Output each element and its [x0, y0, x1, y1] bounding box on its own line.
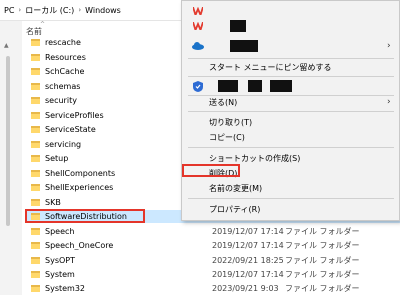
file-name: SchCache: [45, 67, 85, 76]
file-type: ファイル フォルダー: [285, 241, 360, 250]
folder-icon: [31, 68, 40, 75]
list-item[interactable]: Speech 2019/12/07 17:14 ファイル フォルダー: [26, 225, 400, 238]
file-name: Speech_OneCore: [45, 241, 114, 250]
file-name: ServiceProfiles: [45, 111, 104, 120]
menu-label: プロパティ(R): [209, 204, 261, 214]
file-name: ShellComponents: [45, 169, 116, 178]
menu-label: 切り取り(T): [209, 117, 253, 127]
file-name: schemas: [45, 82, 81, 91]
folder-icon: [31, 54, 40, 61]
folder-icon: [31, 199, 40, 206]
folder-icon: [31, 83, 40, 90]
annotation-highlight-softwaredistribution: [25, 209, 145, 223]
file-name: ShellExperiences: [45, 183, 114, 192]
redacted-label: [270, 80, 292, 92]
chevron-right-icon: ›: [387, 41, 391, 51]
menu-label: スタート メニューにピン留めする: [209, 62, 332, 72]
onedrive-icon: [192, 40, 204, 52]
file-name: SKB: [45, 198, 61, 207]
folder-icon: [31, 242, 40, 249]
folder-icon: [31, 141, 40, 148]
annotation-highlight-delete: [182, 164, 240, 177]
menu-item-cut[interactable]: 切り取り(T): [182, 114, 399, 130]
folder-icon: [31, 126, 40, 133]
menu-separator: [188, 76, 394, 77]
file-date: 2022/09/21 18:25: [212, 256, 284, 265]
file-name: SysOPT: [45, 256, 75, 265]
folder-icon: [31, 112, 40, 119]
file-name: servicing: [45, 140, 82, 149]
navigation-pane: ▲: [0, 21, 22, 295]
redacted-label: [230, 20, 246, 32]
list-item[interactable]: System32 2023/09/21 9:03 ファイル フォルダー: [26, 282, 400, 295]
menu-item-rename[interactable]: 名前の変更(M): [182, 180, 399, 196]
folder-icon: [31, 39, 40, 46]
menu-label: コピー(C): [209, 132, 245, 142]
menu-item-pin-start[interactable]: スタート メニューにピン留めする: [182, 59, 399, 75]
file-date: 2019/12/07 17:14: [212, 227, 284, 236]
menu-item-wps-1[interactable]: [182, 3, 399, 19]
breadcrumb-windows[interactable]: Windows: [85, 6, 121, 15]
wps-icon: [192, 5, 204, 17]
shield-icon: [192, 80, 204, 92]
folder-icon: [31, 170, 40, 177]
redacted-label: [218, 80, 238, 92]
folder-icon: [31, 155, 40, 162]
scroll-up-icon[interactable]: ▲: [4, 42, 9, 49]
menu-separator: [188, 111, 394, 112]
folder-icon: [31, 97, 40, 104]
menu-label: 送る(N): [209, 97, 238, 107]
menu-item-shield[interactable]: [182, 78, 399, 94]
file-type: ファイル フォルダー: [285, 270, 360, 279]
file-date: 2023/09/21 9:03: [212, 284, 279, 293]
file-type: ファイル フォルダー: [285, 284, 360, 293]
menu-item-properties[interactable]: プロパティ(R): [182, 201, 399, 217]
folder-icon: [31, 228, 40, 235]
redacted-label: [230, 40, 258, 52]
file-date: 2019/12/07 17:14: [212, 270, 284, 279]
menu-item-send-to[interactable]: 送る(N) ›: [182, 94, 399, 110]
context-menu: › スタート メニューにピン留めする 送る(N) › 切り取り(T) コピー(C…: [181, 0, 400, 221]
file-type: ファイル フォルダー: [285, 227, 360, 236]
list-item[interactable]: SysOPT 2022/09/21 18:25 ファイル フォルダー: [26, 254, 400, 267]
list-item[interactable]: System 2019/12/07 17:14 ファイル フォルダー: [26, 268, 400, 281]
scrollbar-thumb[interactable]: [6, 56, 10, 226]
menu-label: ショートカットの作成(S): [209, 153, 301, 163]
menu-separator: [188, 198, 394, 199]
file-name: rescache: [45, 38, 81, 47]
menu-item-wps-2[interactable]: [182, 18, 399, 34]
menu-item-onedrive[interactable]: ›: [182, 38, 399, 54]
file-date: 2019/12/07 17:14: [212, 241, 284, 250]
file-name: security: [45, 96, 77, 105]
list-item[interactable]: Speech_OneCore 2019/12/07 17:14 ファイル フォルダー: [26, 239, 400, 252]
folder-icon: [31, 285, 40, 292]
folder-icon: [31, 257, 40, 264]
menu-item-copy[interactable]: コピー(C): [182, 129, 399, 145]
breadcrumb-separator: ›: [18, 6, 22, 14]
file-name: System: [45, 270, 75, 279]
file-type: ファイル フォルダー: [285, 256, 360, 265]
file-name: Setup: [45, 154, 69, 163]
file-name: ServiceState: [45, 125, 96, 134]
breadcrumb-pc[interactable]: PC: [4, 6, 14, 15]
folder-icon: [31, 184, 40, 191]
file-name: Resources: [45, 53, 86, 62]
menu-separator: [188, 147, 394, 148]
redacted-label: [248, 80, 262, 92]
breadcrumb-separator: ›: [78, 6, 82, 14]
wps-icon: [192, 20, 204, 32]
chevron-right-icon: ›: [387, 97, 391, 107]
folder-icon: [31, 271, 40, 278]
breadcrumb-local-c[interactable]: ローカル (C:): [25, 5, 74, 16]
menu-label: 名前の変更(M): [209, 183, 263, 193]
file-name: Speech: [45, 227, 75, 236]
file-name: System32: [45, 284, 86, 293]
